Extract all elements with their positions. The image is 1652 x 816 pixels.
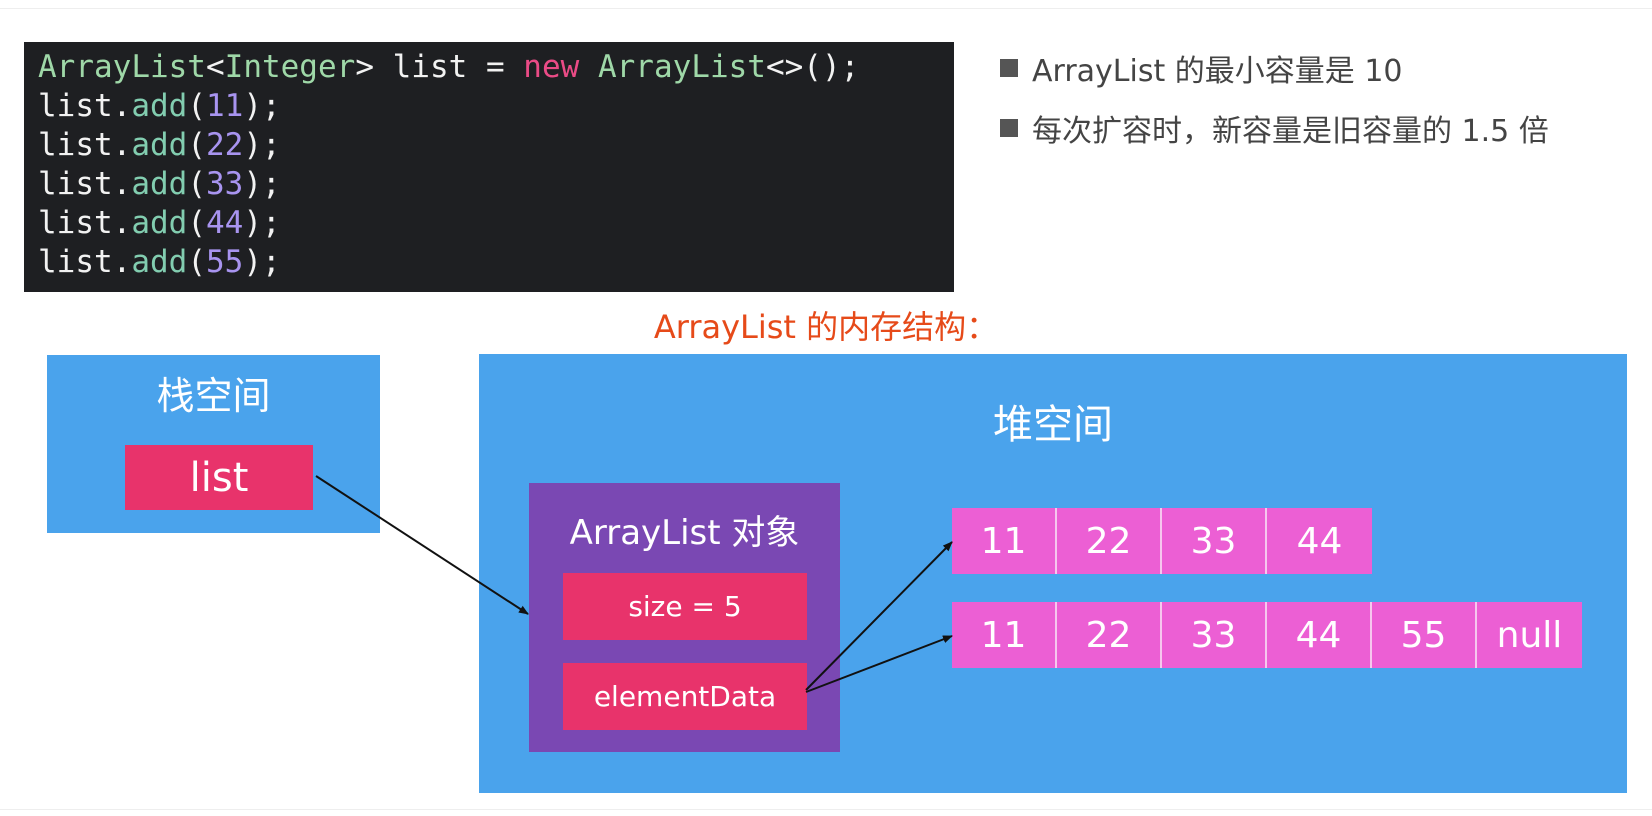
code-line: list.add(55); <box>38 243 940 282</box>
code-line: list.add(22); <box>38 126 940 165</box>
code-token: ); <box>243 127 281 163</box>
code-token: 55 <box>206 244 244 280</box>
code-token: ); <box>243 88 281 124</box>
size-field: size = 5 <box>563 573 807 640</box>
object-title: ArrayList 对象 <box>569 513 800 553</box>
new-array: 11 22 33 44 55 null <box>952 602 1582 668</box>
code-token: ( <box>187 127 206 163</box>
code-token: add <box>131 127 188 163</box>
array-cell: 22 <box>1057 602 1162 668</box>
array-cell: 55 <box>1372 602 1477 668</box>
code-token: ); <box>243 205 281 241</box>
code-token: ( <box>187 88 206 124</box>
code-line: list.add(44); <box>38 204 940 243</box>
code-token: > list = <box>355 49 524 85</box>
code-block: ArrayList<Integer> list = new ArrayList<… <box>24 42 954 292</box>
code-line: list.add(33); <box>38 165 940 204</box>
code-token: list. <box>38 166 132 202</box>
array-cell: 33 <box>1162 602 1267 668</box>
code-line: list.add(11); <box>38 87 940 126</box>
note-item: ArrayList 的最小容量是 10 <box>1000 48 1549 89</box>
note-text: 每次扩容时，新容量是旧容量的 1.5 倍 <box>1032 114 1549 149</box>
stack-space: 栈空间 list <box>47 355 380 533</box>
code-token: 11 <box>206 88 244 124</box>
square-bullet-icon <box>1000 59 1018 77</box>
code-token: <>(); <box>765 49 860 85</box>
code-token: add <box>131 244 188 280</box>
bottom-divider <box>0 809 1652 810</box>
array-cell: null <box>1477 602 1582 668</box>
code-token: ); <box>243 244 281 280</box>
code-line: ArrayList<Integer> list = new ArrayList<… <box>38 48 940 87</box>
array-cell: 11 <box>952 602 1057 668</box>
code-token: ArrayList <box>38 49 206 85</box>
list-variable: list <box>125 445 313 510</box>
code-token: add <box>131 166 188 202</box>
code-token: add <box>131 88 188 124</box>
array-cell: 11 <box>952 508 1057 574</box>
array-cell: 22 <box>1057 508 1162 574</box>
code-token: list. <box>38 244 132 280</box>
code-token: ); <box>243 166 281 202</box>
code-token: list. <box>38 88 132 124</box>
note-item: 每次扩容时，新容量是旧容量的 1.5 倍 <box>1000 108 1549 149</box>
code-token: ( <box>187 244 206 280</box>
notes-list: ArrayList 的最小容量是 10 每次扩容时，新容量是旧容量的 1.5 倍 <box>1000 48 1549 168</box>
top-divider <box>0 8 1652 9</box>
code-token: 33 <box>206 166 244 202</box>
code-token: Integer <box>224 49 356 85</box>
note-text: ArrayList 的最小容量是 10 <box>1032 54 1403 89</box>
array-cell: 44 <box>1267 602 1372 668</box>
arraylist-object: ArrayList 对象 size = 5 elementData <box>529 483 840 752</box>
code-token: < <box>205 49 225 85</box>
heap-title: 堆空间 <box>993 402 1113 448</box>
diagram-caption: ArrayList 的内存结构： <box>653 308 999 346</box>
element-data-field: elementData <box>563 663 807 730</box>
old-array: 11 22 33 44 <box>952 508 1372 574</box>
code-token: ( <box>187 166 206 202</box>
code-token: add <box>131 205 188 241</box>
code-token: list. <box>38 127 132 163</box>
code-token: ( <box>187 205 206 241</box>
array-cell: 44 <box>1267 508 1372 574</box>
code-token: list. <box>38 205 132 241</box>
code-token: 44 <box>206 205 244 241</box>
code-token: new <box>523 49 580 85</box>
code-token: 22 <box>206 127 244 163</box>
code-token: ArrayList <box>597 49 766 85</box>
square-bullet-icon <box>1000 119 1018 137</box>
array-cell: 33 <box>1162 508 1267 574</box>
stack-title: 栈空间 <box>156 374 271 418</box>
